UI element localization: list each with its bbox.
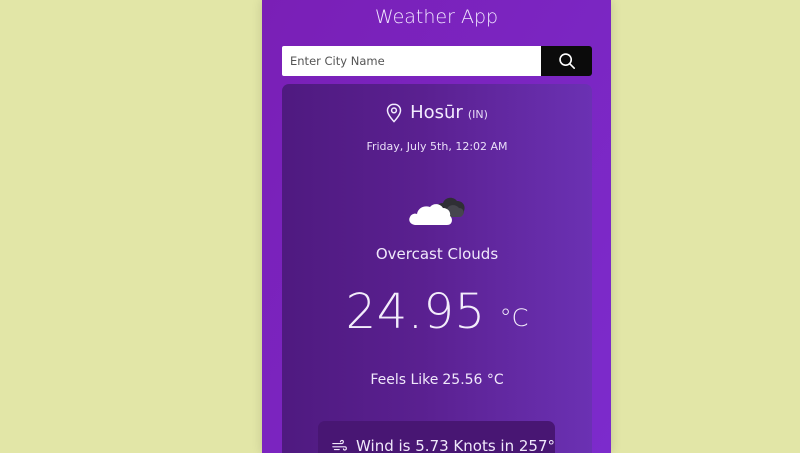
location: Hosūr (IN)	[282, 102, 592, 123]
search-bar	[282, 46, 592, 76]
country-code: (IN)	[467, 107, 488, 121]
wind-text: Wind is 5.73 Knots in 257°	[356, 437, 555, 453]
temperature-unit: °C	[499, 304, 529, 332]
feels-like-label: Feels Like	[370, 372, 439, 388]
feels-like: Feels Like 25.56 °C	[282, 372, 592, 388]
feels-like-value: 25.56 °C	[442, 372, 504, 388]
search-icon	[558, 53, 575, 70]
map-pin-icon	[386, 102, 402, 123]
temperature-value: 24.95	[345, 284, 486, 340]
overcast-clouds-icon	[409, 197, 465, 225]
app-title: Weather App	[374, 6, 499, 28]
wind-info: Wind is 5.73 Knots in 257°	[318, 421, 555, 453]
temperature: 24.95 °C	[282, 284, 592, 340]
weather-card: Hosūr (IN) Friday, July 5th, 12:02 AM Ov…	[282, 84, 592, 453]
city-search-input[interactable]	[282, 46, 541, 76]
weather-app: Weather App Hosūr (IN) Friday, July 5th,…	[262, 0, 611, 453]
weather-description: Overcast Clouds	[375, 245, 499, 263]
search-button[interactable]	[541, 46, 592, 76]
date-time: Friday, July 5th, 12:02 AM	[366, 140, 508, 153]
city-name: Hosūr	[410, 102, 463, 123]
wind-icon	[332, 439, 347, 451]
